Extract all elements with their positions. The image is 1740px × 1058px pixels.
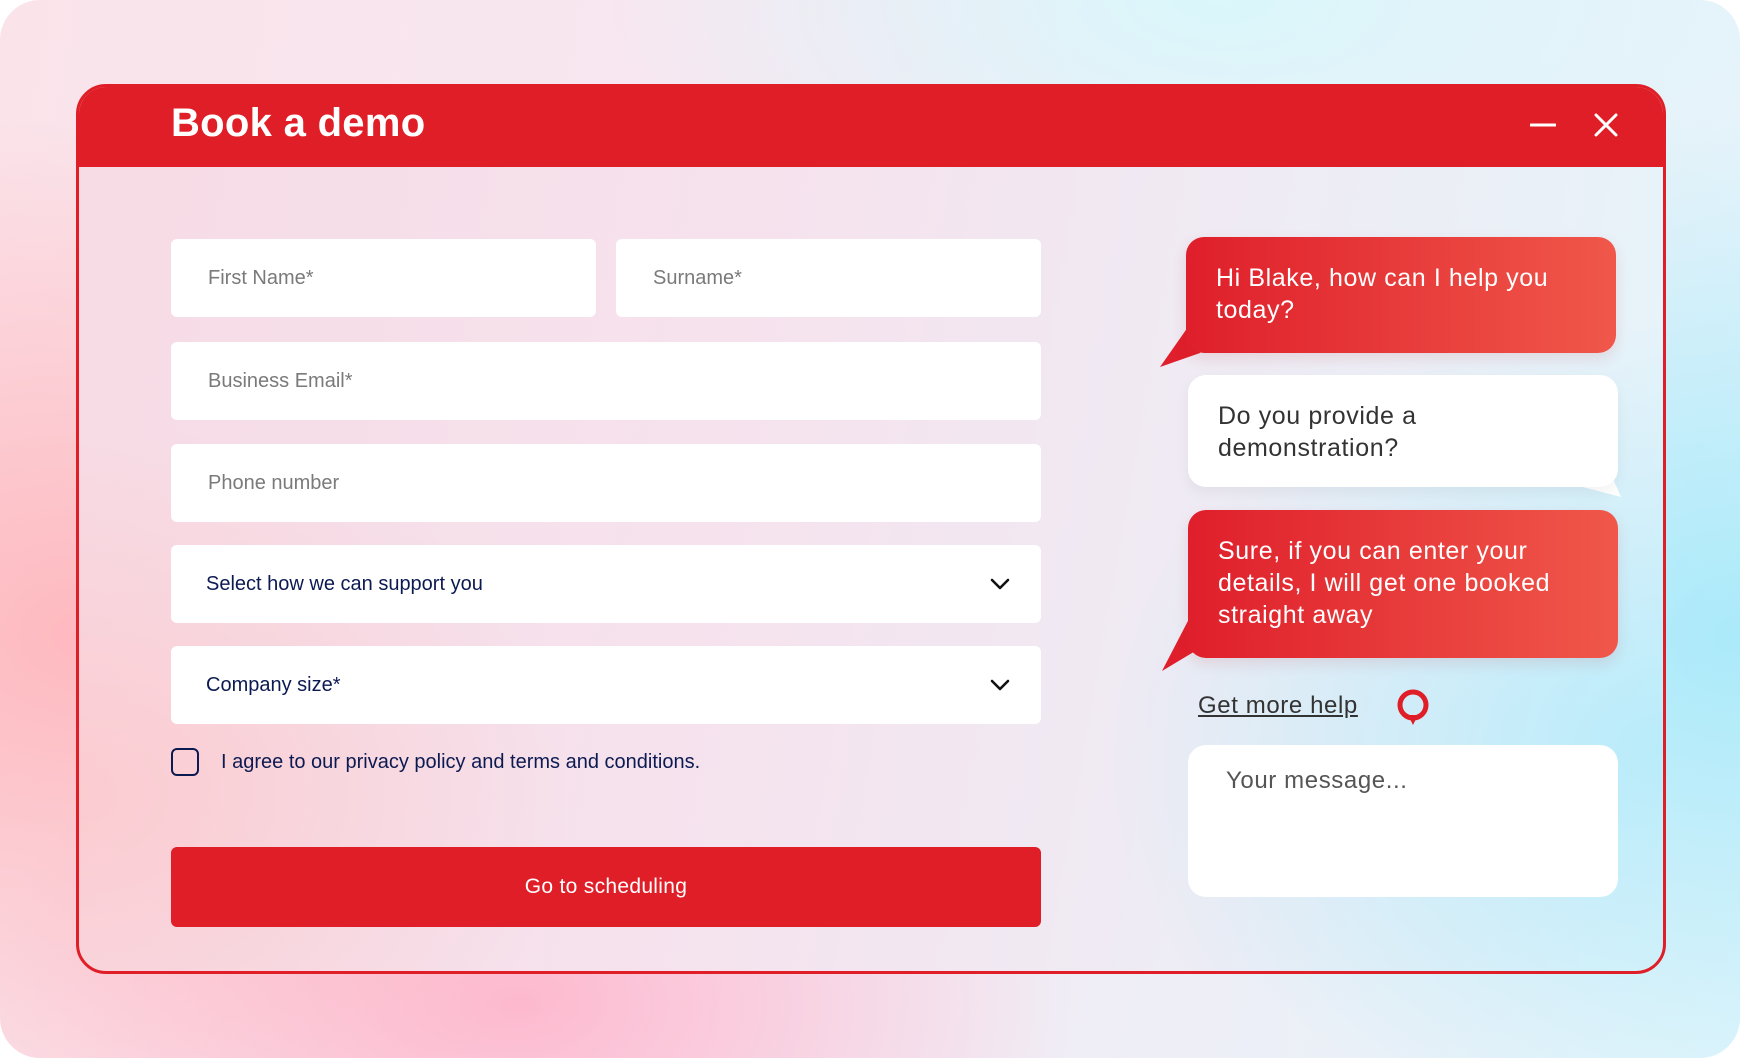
business-email-field[interactable]	[171, 341, 1041, 421]
agree-label: I agree to our privacy policy and terms …	[221, 751, 701, 773]
get-more-help-link[interactable]: Get more help	[1198, 692, 1358, 720]
window-title: Book a demo	[171, 101, 426, 145]
chat-message-user: Do you provide a demonstration?	[1188, 375, 1618, 487]
first-name-input[interactable]	[206, 238, 596, 318]
minus-icon	[1530, 123, 1556, 127]
company-size-select-label: Company size*	[206, 673, 341, 696]
surname-field[interactable]	[616, 238, 1041, 318]
first-name-field[interactable]	[171, 238, 596, 318]
close-icon	[1594, 113, 1618, 137]
book-demo-window: Book a demo Select how we can support yo…	[76, 84, 1666, 974]
chevron-down-icon	[990, 578, 1010, 590]
support-select[interactable]: Select how we can support you	[171, 545, 1041, 623]
phone-number-field[interactable]	[171, 443, 1041, 523]
company-size-select[interactable]: Company size*	[171, 646, 1041, 724]
go-to-scheduling-button[interactable]: Go to scheduling	[171, 847, 1041, 927]
surname-input[interactable]	[651, 238, 1041, 318]
minimize-button[interactable]	[1521, 103, 1565, 147]
message-box[interactable]	[1188, 745, 1618, 897]
phone-number-input[interactable]	[206, 443, 1041, 523]
chat-message-agent: Hi Blake, how can I help you today?	[1186, 237, 1616, 353]
agree-checkbox[interactable]	[171, 748, 199, 776]
chat-bubble-icon[interactable]	[1396, 689, 1430, 727]
business-email-input[interactable]	[206, 341, 1041, 421]
window-titlebar: Book a demo	[79, 87, 1663, 167]
message-input[interactable]	[1226, 767, 1580, 875]
close-button[interactable]	[1584, 103, 1628, 147]
chevron-down-icon	[990, 679, 1010, 691]
support-select-label: Select how we can support you	[206, 572, 483, 595]
chat-message-agent: Sure, if you can enter your details, I w…	[1188, 510, 1618, 658]
